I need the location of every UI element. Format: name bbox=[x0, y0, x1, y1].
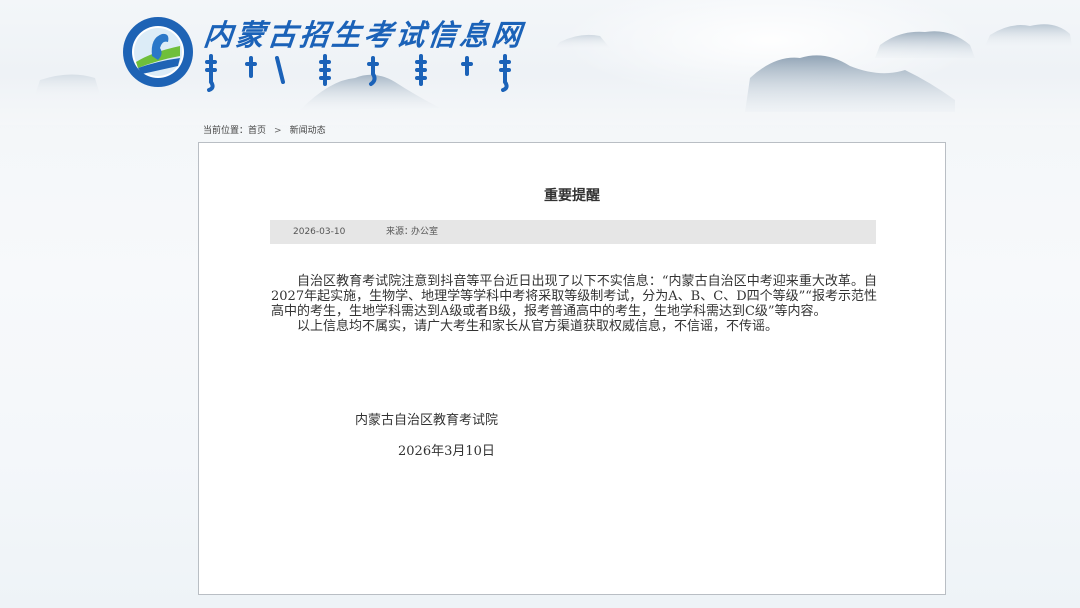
article-source: 办公室 bbox=[411, 227, 439, 237]
article-title: 重要提醒 bbox=[544, 188, 600, 204]
site-logo-icon[interactable] bbox=[122, 16, 194, 88]
breadcrumb-label: 当前位置： bbox=[203, 126, 249, 136]
mongolian-script-logo bbox=[205, 54, 511, 92]
site-title[interactable]: 内蒙古招生考试信息网 bbox=[202, 12, 526, 54]
site-header: 内蒙古招生考试信息网 bbox=[0, 0, 1080, 125]
article-paragraph: 以上信息均不属实，请广大考生和家长从官方渠道获取权威信息，不信谣，不传谣。 bbox=[297, 319, 779, 334]
breadcrumb-separator: > bbox=[274, 126, 282, 136]
breadcrumb-current-link[interactable]: 新闻动态 bbox=[290, 126, 326, 136]
signature-organization: 内蒙古自治区教育考试院 bbox=[355, 413, 499, 428]
article-meta-bar: 2026-03-10 来源： 办公室 bbox=[270, 220, 876, 244]
article-paragraph: 自治区教育考试院注意到抖音等平台近日出现了以下不实信息：“内蒙古自治区中考迎来重… bbox=[271, 274, 877, 319]
breadcrumb-home-link[interactable]: 首页 bbox=[248, 126, 266, 136]
signature-date: 2026年3月10日 bbox=[398, 444, 495, 459]
article-body: 自治区教育考试院注意到抖音等平台近日出现了以下不实信息：“内蒙古自治区中考迎来重… bbox=[271, 274, 877, 334]
breadcrumb: 当前位置：首页 > 新闻动态 bbox=[203, 125, 326, 137]
article-date: 2026-03-10 bbox=[293, 227, 346, 237]
article-source-label: 来源： bbox=[386, 227, 414, 237]
article-panel: 重要提醒 2026-03-10 来源： 办公室 自治区教育考试院注意到抖音等平台… bbox=[198, 142, 946, 595]
